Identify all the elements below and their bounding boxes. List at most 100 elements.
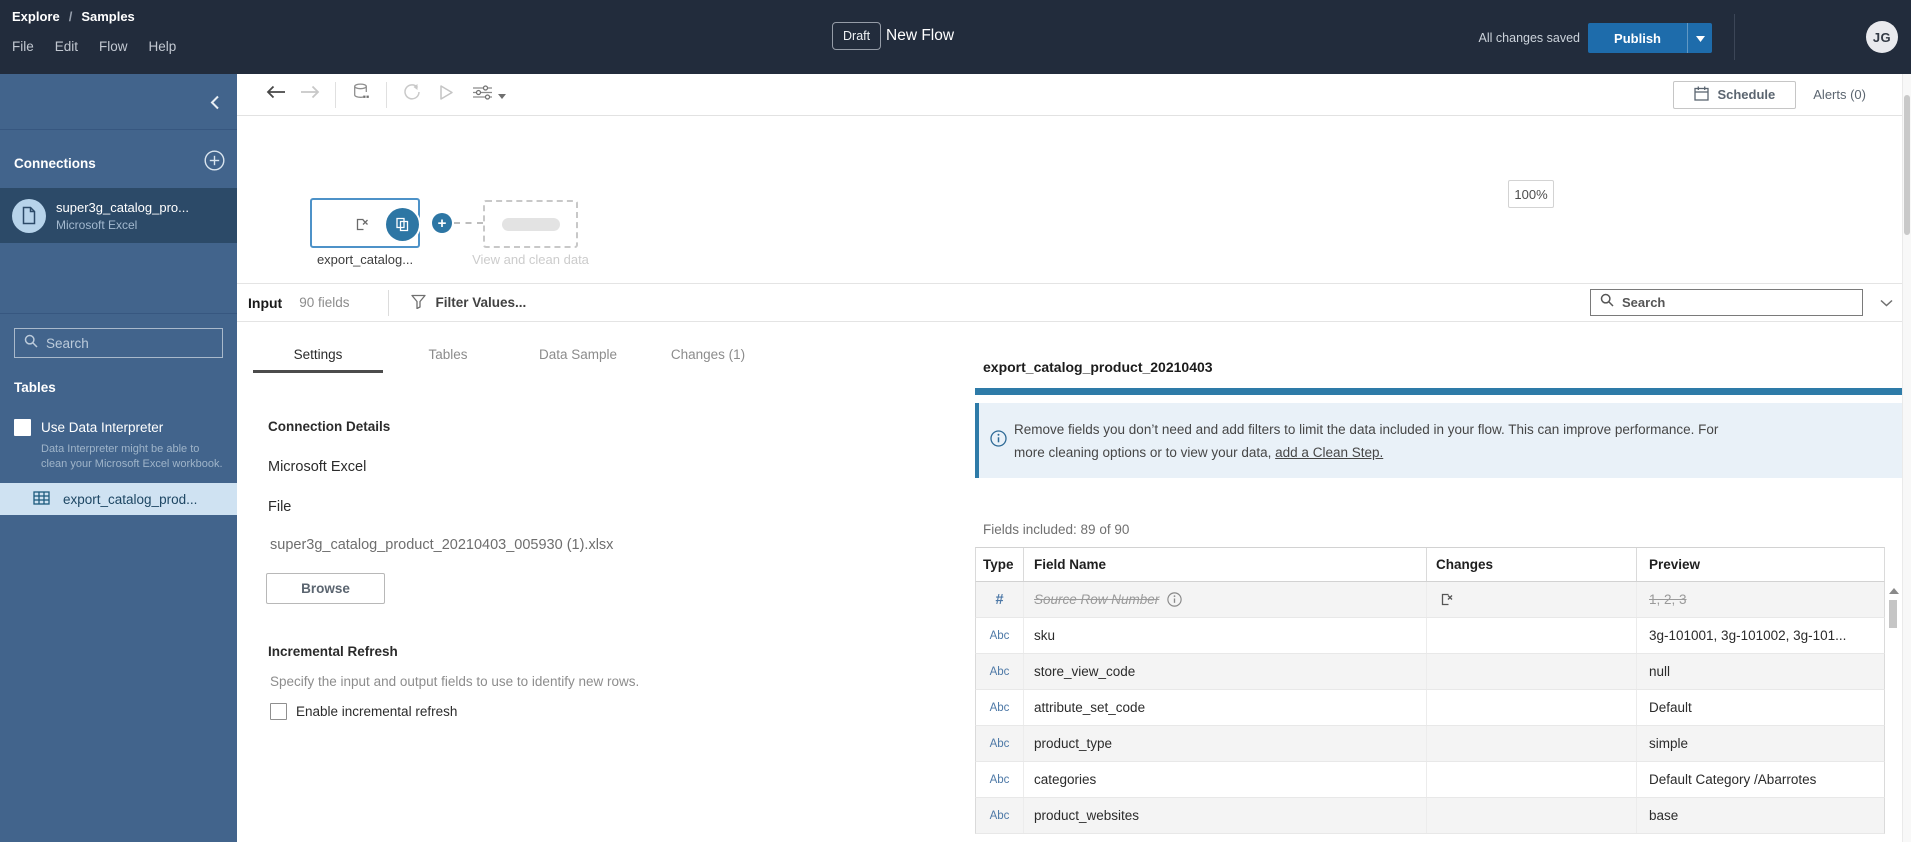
window-scrollbar[interactable] <box>1902 74 1911 842</box>
incremental-refresh-title: Incremental Refresh <box>268 644 398 659</box>
table-row[interactable]: Abc sku 3g-101001, 3g-101002, 3g-101... <box>975 618 1885 654</box>
info-icon[interactable] <box>1167 592 1182 607</box>
column-header-preview[interactable]: Preview <box>1636 548 1886 581</box>
add-clean-step-link[interactable]: add a Clean Step. <box>1275 445 1383 460</box>
connection-item[interactable]: super3g_catalog_pro... Microsoft Excel <box>0 188 237 243</box>
tab-changes[interactable]: Changes (1) <box>643 335 773 373</box>
sidebar-divider <box>0 129 237 130</box>
panel-accent-bar <box>975 388 1902 395</box>
add-connection-button[interactable] <box>204 150 225 176</box>
fields-table-body: # Source Row Number 1, 2, 3 Abc sku 3g-1… <box>975 582 1885 834</box>
sidebar-table-item[interactable]: export_catalog_prod... <box>0 483 237 515</box>
publish-button[interactable]: Publish <box>1588 23 1687 53</box>
tab-tables[interactable]: Tables <box>383 335 513 373</box>
column-header-field-name[interactable]: Field Name <box>1023 548 1426 581</box>
schedule-label: Schedule <box>1717 87 1776 102</box>
canvas-zoom-level[interactable]: 100% <box>1508 180 1554 208</box>
file-icon <box>12 198 46 233</box>
info-banner-text: Remove fields you don’t need and add fil… <box>1014 422 1719 460</box>
field-type-cell: Abc <box>976 654 1023 689</box>
window-scrollbar-thumb[interactable] <box>1904 95 1910 235</box>
table-row[interactable]: # Source Row Number 1, 2, 3 <box>975 582 1885 618</box>
avatar[interactable]: JG <box>1866 21 1898 53</box>
table-scrollbar-thumb[interactable] <box>1889 600 1897 628</box>
fields-search-box[interactable] <box>1590 289 1863 316</box>
caret-down-icon <box>497 86 506 104</box>
removed-field-icon[interactable] <box>1439 592 1454 607</box>
menu-item-help[interactable]: Help <box>149 39 177 54</box>
publish-split-button: Publish <box>1588 23 1712 53</box>
filter-values-button[interactable]: Filter Values... <box>410 294 527 312</box>
breadcrumb-explore[interactable]: Explore <box>12 9 60 24</box>
funnel-icon <box>410 294 426 312</box>
table-row[interactable]: Abc categories Default Category /Abarrot… <box>975 762 1885 798</box>
data-interpreter-checkbox[interactable] <box>14 419 31 436</box>
table-row[interactable]: Abc store_view_code null <box>975 654 1885 690</box>
collapse-pane-button[interactable] <box>1880 294 1893 312</box>
undo-button[interactable] <box>259 74 293 116</box>
breadcrumb: Explore / Samples <box>12 9 135 24</box>
redo-button[interactable] <box>293 74 327 116</box>
table-row[interactable]: Abc attribute_set_code Default <box>975 690 1885 726</box>
view-clean-data-placeholder[interactable] <box>483 200 578 248</box>
field-type-cell: # <box>976 582 1023 617</box>
field-type-icon: Abc <box>989 629 1010 642</box>
sidebar-search-input[interactable] <box>46 335 196 351</box>
field-name-cell[interactable]: sku <box>1023 618 1426 653</box>
run-flow-button[interactable] <box>429 74 463 116</box>
sidebar-search-box[interactable] <box>14 328 223 358</box>
file-name-value: super3g_catalog_product_20210403_005930 … <box>270 537 614 553</box>
table-row[interactable]: Abc product_websites base <box>975 798 1885 834</box>
table-scrollbar[interactable] <box>1888 582 1899 842</box>
data-interpreter-row[interactable]: Use Data Interpreter <box>14 419 163 436</box>
top-header: Explore / Samples File Edit Flow Help Draf… <box>0 0 1911 74</box>
sidebar-table-item-label: export_catalog_prod... <box>63 491 198 507</box>
tab-settings[interactable]: Settings <box>253 335 383 373</box>
field-type-cell: Abc <box>976 726 1023 761</box>
menu-item-edit[interactable]: Edit <box>55 39 78 54</box>
schedule-button[interactable]: Schedule <box>1673 80 1797 109</box>
field-name-cell[interactable]: product_websites <box>1023 798 1426 833</box>
flow-canvas[interactable]: + export_catalog... View and clean data … <box>237 116 1902 283</box>
incremental-refresh-label: Enable incremental refresh <box>296 704 458 719</box>
sidebar-collapse-button[interactable] <box>210 95 220 115</box>
settings-dropdown-button[interactable] <box>463 74 515 116</box>
add-step-button[interactable]: + <box>432 213 452 233</box>
menu-item-file[interactable]: File <box>12 39 34 54</box>
field-name-cell[interactable]: product_type <box>1023 726 1426 761</box>
sidebar-divider <box>0 313 237 314</box>
field-changes-cell <box>1426 762 1636 797</box>
data-source-button[interactable] <box>344 74 378 116</box>
tab-data-sample[interactable]: Data Sample <box>513 335 643 373</box>
refresh-button[interactable] <box>395 74 429 116</box>
field-preview-cell: Default Category /Abarrotes <box>1636 762 1886 797</box>
scroll-up-icon[interactable] <box>1888 588 1899 594</box>
field-name-cell[interactable]: attribute_set_code <box>1023 690 1426 725</box>
column-header-type[interactable]: Type <box>976 548 1023 581</box>
filter-values-label: Filter Values... <box>435 295 527 310</box>
connections-title: Connections <box>14 155 96 171</box>
field-type-icon: Abc <box>989 773 1010 786</box>
arrow-left-icon <box>266 85 286 104</box>
data-interpreter-description: Data Interpreter might be able to clean … <box>41 443 223 470</box>
input-step-node[interactable] <box>310 198 420 248</box>
field-type-cell: Abc <box>976 762 1023 797</box>
column-header-changes[interactable]: Changes <box>1426 548 1636 581</box>
field-name-cell[interactable]: store_view_code <box>1023 654 1426 689</box>
table-row[interactable]: Abc product_type simple <box>975 726 1885 762</box>
fields-search-input[interactable] <box>1622 295 1832 310</box>
field-name-cell[interactable]: categories <box>1023 762 1426 797</box>
field-preview-cell: null <box>1636 654 1886 689</box>
field-preview-cell: simple <box>1636 726 1886 761</box>
menu-item-flow[interactable]: Flow <box>99 39 128 54</box>
browse-button[interactable]: Browse <box>266 573 385 604</box>
incremental-refresh-row[interactable]: Enable incremental refresh <box>270 703 457 720</box>
field-name-cell[interactable]: Source Row Number <box>1023 582 1426 617</box>
publish-dropdown-button[interactable] <box>1687 23 1712 53</box>
fields-table: Type Field Name Changes Preview # Source… <box>975 547 1885 834</box>
app-window: Explore / Samples File Edit Flow Help Draf… <box>0 0 1911 842</box>
alerts-button[interactable]: Alerts (0) <box>1813 87 1866 102</box>
breadcrumb-samples[interactable]: Samples <box>81 9 134 24</box>
incremental-refresh-checkbox[interactable] <box>270 703 287 720</box>
database-icon <box>353 83 370 106</box>
